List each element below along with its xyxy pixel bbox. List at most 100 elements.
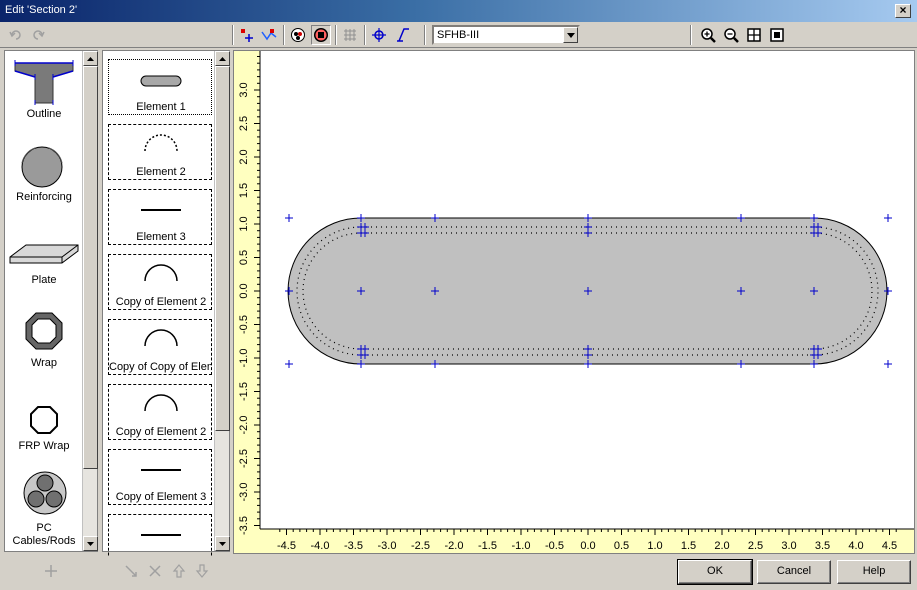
element-shape-icon (141, 209, 181, 211)
zoom-in-icon[interactable] (698, 25, 718, 45)
element-label: Copy of Element 2 (115, 426, 207, 438)
vertex-marker[interactable] (285, 214, 293, 222)
element-card[interactable]: Element 1 (108, 59, 212, 115)
zoom-window-icon[interactable] (767, 25, 787, 45)
palette-item-outline[interactable] (5, 55, 83, 108)
element-label: Copy of Element 2 (115, 296, 207, 308)
element-label: Element 3 (136, 231, 186, 243)
y-tick-label: 2.0 (238, 149, 250, 164)
palette-item-plate[interactable] (5, 239, 83, 272)
zoom-out-icon[interactable] (721, 25, 741, 45)
y-tick-label: 1.5 (238, 183, 250, 198)
y-tick-label: -2.5 (238, 449, 250, 468)
x-tick-label: -3.5 (344, 540, 363, 552)
window-title: Edit 'Section 2' (5, 4, 78, 16)
palette-label: FRP Wrap (18, 440, 70, 452)
help-button[interactable]: Help (837, 560, 911, 584)
plate-icon (9, 244, 79, 264)
x-tick-label: -1.0 (512, 540, 531, 552)
pc-cables-icon (23, 471, 67, 515)
polyline-icon[interactable] (259, 25, 279, 45)
scroll-up-icon[interactable] (83, 51, 98, 66)
zoom-fit-icon[interactable] (744, 25, 764, 45)
palette-item-reinforcing[interactable] (5, 143, 83, 194)
y-tick-label: 2.5 (238, 116, 250, 131)
x-tick-label: 4.0 (848, 540, 863, 552)
y-tick-label: 1.0 (238, 216, 250, 231)
palette-label: Reinforcing (16, 191, 72, 203)
outline-icon (14, 60, 74, 105)
section-type-select[interactable]: SFHB-III (432, 25, 580, 45)
x-tick-label: -3.0 (378, 540, 397, 552)
element-card[interactable]: Copy of Element 3 (108, 449, 212, 505)
palette-item-frp-wrap[interactable] (5, 403, 83, 440)
y-tick-label: -3.0 (238, 483, 250, 502)
element-shape-icon (144, 264, 178, 282)
chevron-down-icon[interactable] (563, 27, 578, 43)
move-up-icon[interactable] (170, 562, 188, 580)
move-down-icon[interactable] (193, 562, 211, 580)
section-type-value: SFHB-III (437, 29, 480, 41)
y-tick-label: 0.5 (238, 250, 250, 265)
edit-icon[interactable] (122, 562, 140, 580)
frp-wrap-icon (30, 406, 58, 434)
palette-scrollbar[interactable] (82, 51, 98, 551)
close-button[interactable]: × (895, 4, 911, 18)
reinforcing-icon (21, 146, 63, 188)
element-card[interactable]: Copy of Copy of Element 2 (108, 319, 212, 375)
grid-icon[interactable] (340, 25, 360, 45)
element-shape-icon (141, 469, 181, 471)
x-tick-label: 1.5 (681, 540, 696, 552)
palette-label: PC Cables/Rods (12, 522, 76, 547)
y-tick-label: -3.5 (238, 516, 250, 535)
palette-item-wrap[interactable] (5, 311, 83, 356)
element-shape-icon (144, 134, 178, 152)
x-tick-label: 3.0 (781, 540, 796, 552)
cancel-button[interactable]: Cancel (757, 560, 831, 584)
redo-icon[interactable] (28, 25, 48, 45)
element-list-scrollbar[interactable] (214, 51, 230, 551)
element-card[interactable]: Element 3 (108, 189, 212, 245)
scroll-thumb[interactable] (83, 66, 98, 469)
element-card[interactable]: Element 2 (108, 124, 212, 180)
vertex-marker[interactable] (884, 360, 892, 368)
y-tick-label: 0.0 (238, 283, 250, 298)
section-drawing[interactable]: -4.5 -4.0 -3.5 -3.0 -2.5 -2.0 -1.5 -1.0 -0.5 0.0 0… (234, 51, 914, 553)
bottom-bar: OK Cancel Help (0, 556, 917, 590)
element-shape-icon (140, 75, 182, 87)
scroll-down-icon[interactable] (83, 536, 98, 551)
add-icon[interactable] (42, 562, 60, 580)
x-tick-label: 3.5 (815, 540, 830, 552)
palette-label: Outline (26, 108, 62, 120)
x-tick-label: 0.0 (580, 540, 595, 552)
add-point-icon[interactable] (237, 25, 257, 45)
undo-icon[interactable] (6, 25, 26, 45)
x-tick-label: -2.5 (411, 540, 430, 552)
angle-icon[interactable] (393, 25, 413, 45)
y-tick-label: -1.5 (238, 382, 250, 401)
x-tick-label: -1.5 (478, 540, 497, 552)
title-bar: Edit 'Section 2' × (0, 0, 917, 22)
delete-icon[interactable] (146, 562, 164, 580)
element-card[interactable]: Copy of Element 2 (108, 384, 212, 440)
element-shape-icon (144, 329, 178, 347)
element-label: Element 2 (136, 166, 186, 178)
palette-item-pc-cables[interactable] (5, 469, 83, 520)
ok-button[interactable]: OK (677, 559, 753, 585)
element-card[interactable]: Copy of Element 2 (108, 254, 212, 310)
reinforce-tool-icon[interactable] (288, 25, 308, 45)
vertex-marker[interactable] (285, 360, 293, 368)
scroll-thumb[interactable] (215, 66, 230, 431)
scroll-down-icon[interactable] (215, 536, 230, 551)
y-tick-label: -0.5 (238, 315, 250, 334)
tool-palette: Outline Reinforcing Plate Wrap FRP Wrap (4, 50, 98, 552)
stop-icon[interactable] (311, 25, 331, 45)
toolbar: SFHB-III (0, 22, 917, 48)
x-tick-label: -2.0 (445, 540, 464, 552)
centroid-icon[interactable] (369, 25, 389, 45)
scroll-up-icon[interactable] (215, 51, 230, 66)
drawing-canvas[interactable]: -4.5 -4.0 -3.5 -3.0 -2.5 -2.0 -1.5 -1.0 -0.5 0.0 0… (233, 50, 915, 554)
element-label: Copy of Element 3 (115, 491, 207, 503)
x-tick-label: 4.5 (882, 540, 897, 552)
vertex-marker[interactable] (884, 214, 892, 222)
